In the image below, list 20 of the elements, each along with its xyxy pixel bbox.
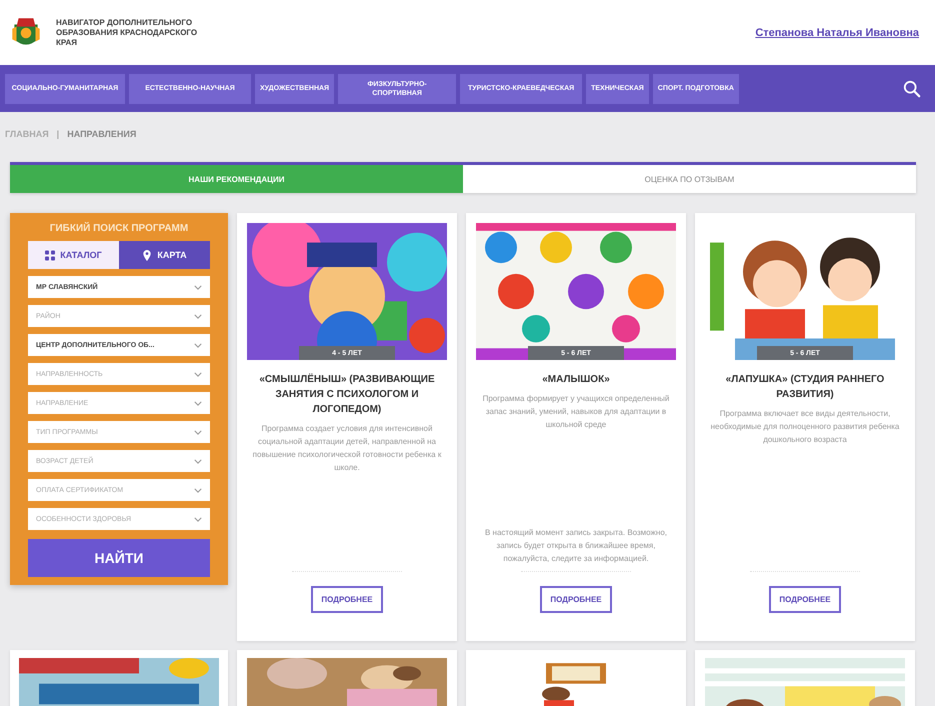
- breadcrumb-item: |: [56, 129, 60, 140]
- tab[interactable]: ОЦЕНКА ПО ОТЗЫВАМ: [463, 165, 916, 193]
- card-title: «МАЛЫШОК»: [542, 373, 610, 387]
- mode-toggle[interactable]: КАТАЛОГ: [28, 241, 119, 269]
- details-button[interactable]: ПОДРОБНЕЕ: [311, 586, 383, 613]
- user-link[interactable]: Степанова Наталья Ивановна: [755, 26, 919, 38]
- card-description: Программа создает условия для интенсивной социальной адаптации детей, направленной на повышение психологической готовности ребенка к школе.: [252, 423, 442, 474]
- details-button[interactable]: ПОДРОБНЕЕ: [540, 586, 612, 613]
- details-button[interactable]: ПОДРОБНЕЕ: [769, 586, 841, 613]
- card-title: «ЛАПУШКА» (СТУДИЯ РАННЕГО РАЗВИТИЯ): [724, 373, 886, 402]
- tab[interactable]: НАШИ РЕКОМЕНДАЦИИ: [10, 165, 463, 193]
- card-description: Программа включает все виды деятельности, необходимые для полноценного развития ребенка дошкольного возраста: [710, 408, 900, 446]
- mode-toggle[interactable]: КАРТА: [119, 241, 210, 269]
- card-title: «СМЫШЛЁНЫШ» (РАЗВИВАЮЩИЕ ЗАНЯТИЯ С ПСИХОЛОГОМ И ЛОГОПЕДОМ): [258, 372, 436, 417]
- enrollment-note: В настоящий момент запись закрыта. Возможно, запись будет открыта в ближайшее время, пожалуйста, следите за информацией.: [484, 527, 668, 565]
- breadcrumb-item: НАПРАВЛЕНИЯ: [67, 129, 136, 140]
- find-button[interactable]: НАЙТИ: [28, 539, 210, 577]
- site-title: НАВИГАТОР ДОПОЛНИТЕЛЬНОГО ОБРАЗОВАНИЯ КРАСНОДАРСКОГО КРАЯ: [56, 18, 198, 48]
- panel-title: ГИБКИЙ ПОИСК ПРОГРАММ: [48, 223, 190, 234]
- card-description: Программа формирует у учащихся определенный запас знаний, умений, навыков для адаптации в школьной среде: [482, 393, 670, 431]
